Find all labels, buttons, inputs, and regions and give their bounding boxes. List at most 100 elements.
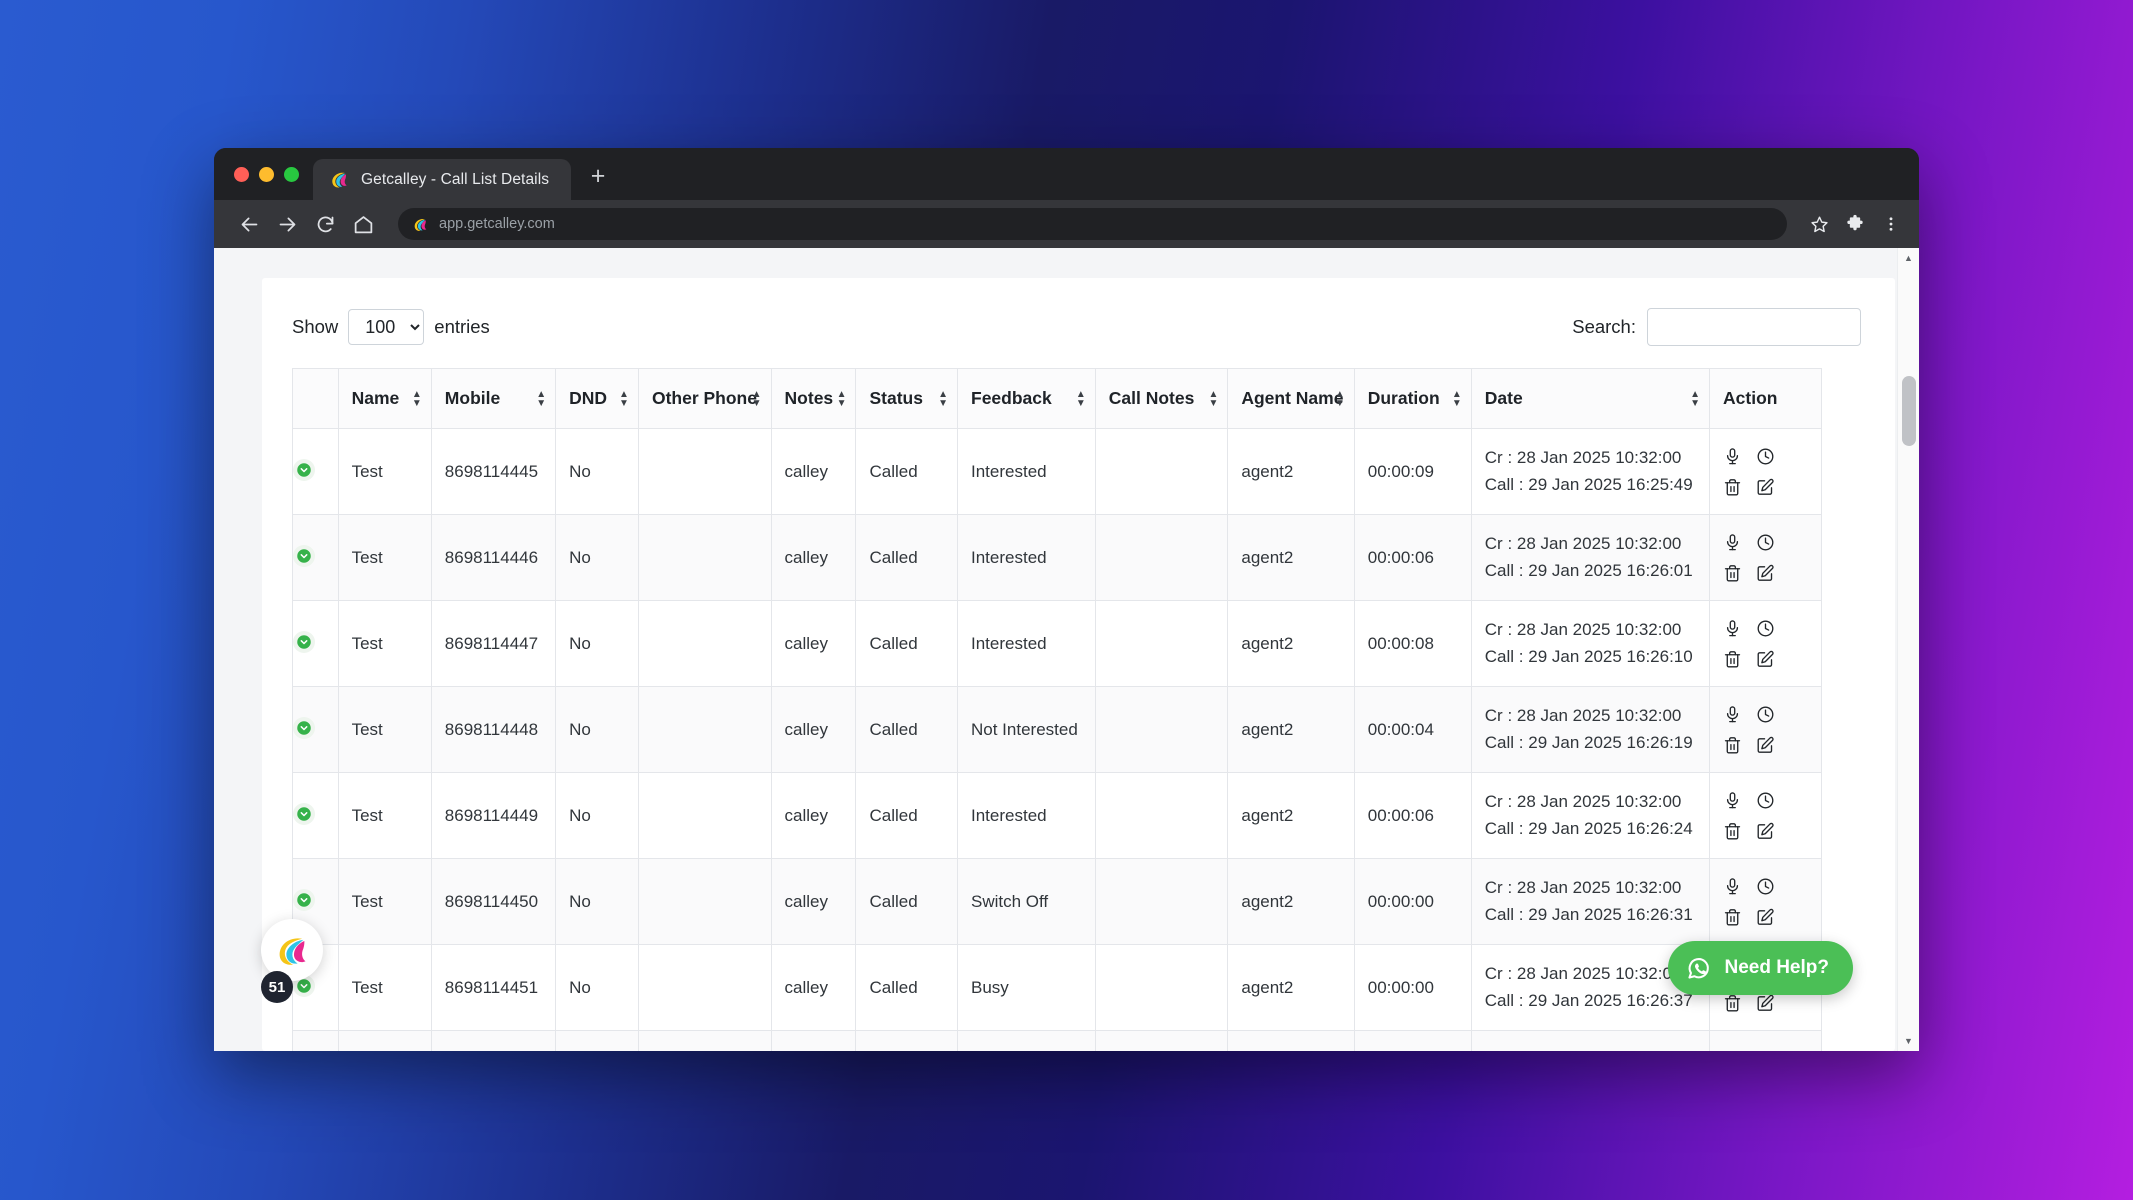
clock-action-button[interactable] [1756,619,1775,638]
trash-action-button[interactable] [1723,478,1742,497]
trash-action-button[interactable] [1723,564,1742,583]
column-header-status[interactable]: Status ▲ ▼ [855,368,958,429]
trash-action-button[interactable] [1723,650,1742,669]
back-button[interactable] [232,207,266,241]
clock-icon [1757,620,1774,636]
cell-name: Test [337,772,432,859]
chrome-menu-icon[interactable] [1875,208,1907,240]
whatsapp-icon [1688,958,1710,979]
edit-action-button[interactable] [1756,478,1775,497]
edit-action-button[interactable] [1756,736,1775,755]
cell-name: Test [337,514,432,601]
cell-name: Test [337,858,432,945]
cell-notes: calley [770,428,857,515]
microphone-action-button[interactable] [1723,619,1742,638]
minimize-window-button[interactable] [259,166,274,182]
edit-action-button[interactable] [1756,994,1775,1013]
microphone-action-button[interactable] [1723,791,1742,810]
cell-duration: 00:00:09 [1353,428,1472,515]
sort-arrows-icon[interactable]: ▲ ▼ [536,389,546,408]
column-header-other[interactable]: Other Phone ▲ ▼ [637,368,772,429]
cell-call-notes [1094,1030,1229,1051]
sort-arrows-icon[interactable]: ▲ ▼ [751,389,762,409]
reload-button[interactable] [308,207,342,241]
cell-dnd: No [555,686,639,773]
date-call: Call : 29 Jan 2025 16:26:01 [1484,560,1693,580]
new-tab-button[interactable]: + [585,164,611,191]
sort-desc-icon: ▼ [751,397,762,409]
search-input[interactable] [1647,308,1861,346]
sort-arrows-icon[interactable]: ▲ ▼ [619,389,629,408]
microphone-icon [1726,533,1739,550]
sort-arrows-icon[interactable]: ▲ ▼ [1076,389,1086,408]
expand-row-icon[interactable] [293,889,315,911]
column-header-mobile[interactable]: Mobile ▲ ▼ [430,368,557,429]
need-help-whatsapp-button[interactable]: Need Help? [1668,941,1853,995]
edit-action-button[interactable] [1756,908,1775,927]
cell-notes: calley [770,858,857,945]
trash-action-button[interactable] [1723,994,1742,1013]
address-bar[interactable]: app.getcalley.com [398,208,1787,240]
browser-tab-active[interactable]: Getcalley - Call List Details [313,159,571,200]
column-header-feedback[interactable]: Feedback ▲ ▼ [957,368,1096,429]
expand-row-icon[interactable] [293,545,315,567]
column-header-duration[interactable]: Duration ▲ ▼ [1353,368,1472,429]
column-header-name[interactable]: Name ▲ ▼ [337,368,432,429]
sort-arrows-icon[interactable]: ▲ ▼ [1208,389,1218,408]
trash-action-button[interactable] [1723,908,1742,927]
cell-action [1709,600,1822,687]
microphone-action-button[interactable] [1723,447,1742,466]
extensions-puzzle-icon[interactable] [1839,208,1871,240]
action-icon-group [1723,877,1807,927]
column-header-dnd[interactable]: DND ▲ ▼ [555,368,639,429]
date-created: Cr : 28 Jan 2025 10:32:00 [1484,448,1682,468]
microphone-action-button[interactable] [1723,705,1742,724]
sort-arrows-icon[interactable]: ▲ ▼ [938,389,948,408]
scrollbar-thumb[interactable] [1902,376,1916,446]
column-header-callnotes[interactable]: Call Notes ▲ ▼ [1094,368,1229,429]
edit-icon [1757,564,1774,581]
column-header-notes[interactable]: Notes ▲ ▼ [770,368,857,429]
trash-action-button[interactable] [1723,736,1742,755]
edit-action-button[interactable] [1756,564,1775,583]
edit-action-button[interactable] [1756,822,1775,841]
home-button[interactable] [346,207,380,241]
sort-arrows-icon[interactable]: ▲ ▼ [1452,389,1462,408]
clock-action-button[interactable] [1756,705,1775,724]
sort-arrows-icon[interactable]: ▲ ▼ [1690,389,1700,408]
entries-per-page-select[interactable]: 102550100 [348,309,425,345]
action-icon-group [1723,791,1807,841]
microphone-action-button[interactable] [1723,533,1742,552]
expand-row-icon[interactable] [293,803,315,825]
sort-arrows-icon[interactable]: ▲ ▼ [837,389,847,408]
cell-call-notes [1094,944,1229,1031]
clock-action-button[interactable] [1756,447,1775,466]
scrollbar-up-arrow[interactable]: ▲ [1898,248,1919,268]
column-header-label: Mobile [444,388,501,408]
maximize-window-button[interactable] [284,166,299,182]
sort-arrows-icon[interactable]: ▲ ▼ [412,389,422,408]
chat-unread-badge[interactable]: 51 [261,971,293,1003]
sort-arrows-icon[interactable]: ▲ ▼ [1335,389,1345,408]
page-scrollbar[interactable]: ▲ ▼ [1897,248,1919,1051]
bookmark-star-icon[interactable] [1803,208,1835,240]
edit-action-button[interactable] [1756,650,1775,669]
close-window-button[interactable] [234,166,249,182]
forward-button[interactable] [270,207,304,241]
expand-row-icon[interactable] [293,631,315,653]
clock-action-button[interactable] [1756,533,1775,552]
expand-row-icon[interactable] [293,459,315,481]
cell-feedback [957,1030,1096,1051]
trash-icon [1724,478,1741,495]
clock-action-button[interactable] [1756,791,1775,810]
scrollbar-down-arrow[interactable]: ▼ [1898,1031,1919,1051]
expand-row-icon[interactable] [293,717,315,739]
clock-action-button[interactable] [1756,877,1775,896]
date-call: Call : 29 Jan 2025 16:26:31 [1484,904,1693,924]
column-header-date[interactable]: Date ▲ ▼ [1470,368,1711,429]
trash-action-button[interactable] [1723,822,1742,841]
cell-call-notes [1094,772,1229,859]
cell-expand [292,772,339,859]
microphone-action-button[interactable] [1723,877,1742,896]
column-header-agent[interactable]: Agent Name ▲ ▼ [1227,368,1355,429]
